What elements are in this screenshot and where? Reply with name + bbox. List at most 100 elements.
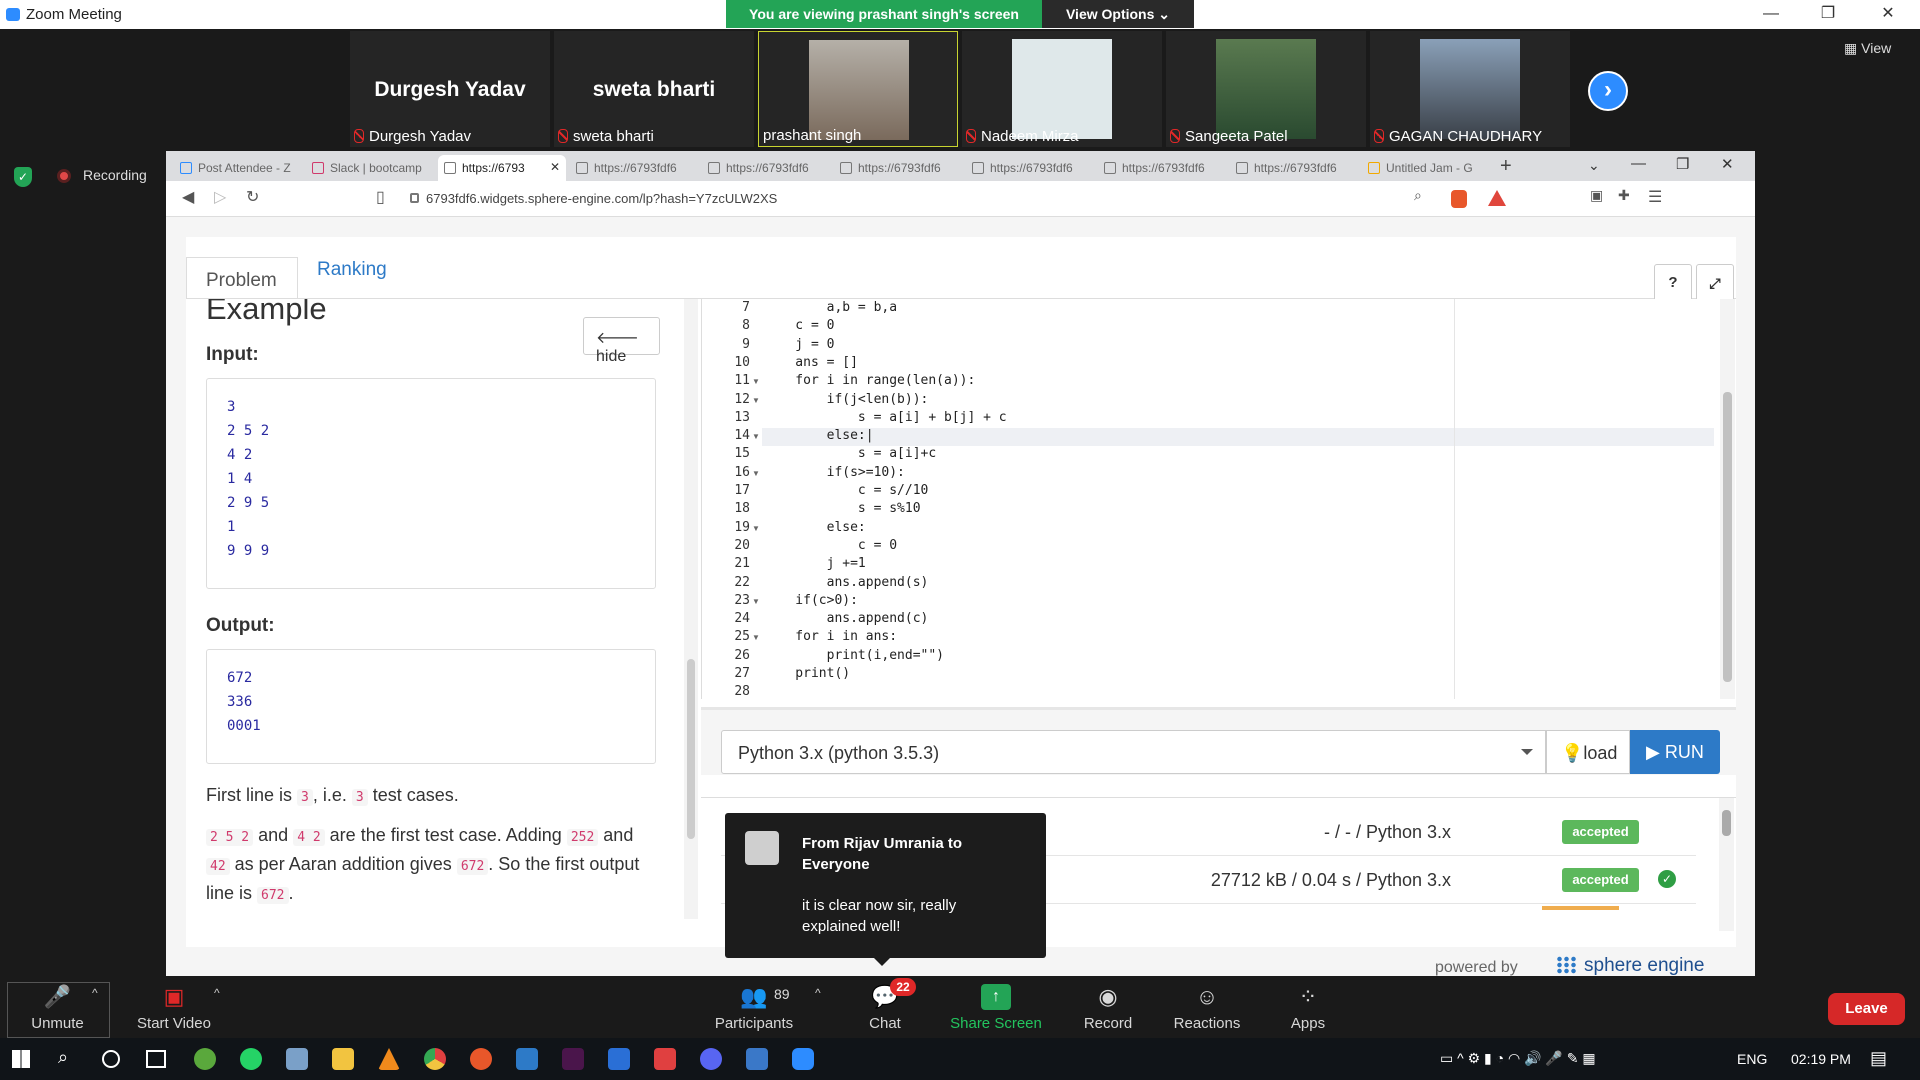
forward-icon[interactable]: ▷: [214, 187, 226, 207]
zoom-taskbar-icon[interactable]: [792, 1048, 814, 1070]
browser-tab[interactable]: Untitled Jam - G: [1362, 155, 1490, 181]
tab-ranking[interactable]: Ranking: [317, 259, 387, 281]
fold-toggle-icon[interactable]: ▼: [752, 396, 760, 405]
code-line[interactable]: c = 0: [764, 317, 834, 335]
browser-tab[interactable]: https://6793fdf6: [966, 155, 1094, 181]
fold-toggle-icon[interactable]: ▼: [752, 377, 760, 386]
anydesk-icon[interactable]: [654, 1048, 676, 1070]
browser-tab[interactable]: https://6793fdf6: [834, 155, 962, 181]
input-language[interactable]: ENG: [1737, 1051, 1767, 1067]
security-shield-icon[interactable]: ✓: [14, 167, 32, 187]
minimize-icon[interactable]: —: [1759, 3, 1783, 25]
start-video-button[interactable]: ▣ Start Video: [132, 984, 216, 1032]
discord-icon[interactable]: [700, 1048, 722, 1070]
submissions-scrollbar[interactable]: [1719, 798, 1734, 931]
browser-minimize-icon[interactable]: —: [1631, 155, 1646, 172]
view-layout-button[interactable]: ▦ View: [1844, 40, 1891, 57]
brave-shield-icon[interactable]: [1451, 190, 1467, 208]
browser-tab[interactable]: https://6793fdf6: [1230, 155, 1358, 181]
browser-close-icon[interactable]: ✕: [1721, 155, 1734, 173]
code-editor[interactable]: 7 8 9 10 11 ▼ 12 ▼ 13 14 ▼ 15 16 ▼ 17 18 19 ▼ 20 21 22 23 ▼ 24 2…: [701, 299, 1736, 699]
code-line[interactable]: c = s//10: [764, 482, 928, 500]
participant-tile[interactable]: GAGAN CHAUDHARY: [1370, 31, 1570, 147]
close-icon[interactable]: ✕: [1876, 3, 1900, 25]
participant-tile-active-speaker[interactable]: prashant singh: [758, 31, 958, 147]
browser-tab[interactable]: Post Attendee - Z: [174, 155, 302, 181]
browser-menu-icon[interactable]: ☰: [1648, 187, 1662, 207]
code-line[interactable]: j = 0: [764, 336, 834, 354]
chat-notification[interactable]: From Rijav Umrania to Everyone it is cle…: [725, 813, 1046, 958]
problem-scrollbar[interactable]: [684, 299, 698, 919]
code-line[interactable]: for i in range(len(a)):: [764, 372, 975, 390]
app-icon[interactable]: [194, 1048, 216, 1070]
code-line[interactable]: j +=1: [764, 555, 866, 573]
whatsapp-icon[interactable]: [240, 1048, 262, 1070]
record-button[interactable]: ◉ Record: [1080, 984, 1136, 1032]
fold-toggle-icon[interactable]: ▼: [752, 524, 760, 533]
code-line[interactable]: ans.append(s): [764, 574, 929, 592]
brave-icon[interactable]: [470, 1048, 492, 1070]
load-button[interactable]: 💡load: [1546, 730, 1630, 774]
code-line[interactable]: else:|: [764, 427, 874, 445]
code-line[interactable]: ans = []: [764, 354, 858, 372]
restore-icon[interactable]: ❐: [1816, 3, 1840, 25]
code-text[interactable]: a,b = b,a c = 0 j = 0 ans = [] for i in …: [764, 299, 1654, 699]
browser-tab[interactable]: Slack | bootcamp: [306, 155, 434, 181]
code-line[interactable]: if(j<len(b)):: [764, 391, 929, 409]
fold-toggle-icon[interactable]: ▼: [752, 469, 760, 478]
code-line[interactable]: s = a[i]+c: [764, 445, 936, 463]
unmute-control[interactable]: 🎤 Unmute: [20, 984, 95, 1032]
search-icon[interactable]: ⌕: [58, 1047, 68, 1068]
reload-icon[interactable]: ↻: [246, 187, 259, 207]
fold-toggle-icon[interactable]: ▼: [752, 597, 760, 606]
browser-tab[interactable]: https://6793fdf6: [1098, 155, 1226, 181]
notifications-icon[interactable]: ▤: [1870, 1048, 1887, 1069]
fold-toggle-icon[interactable]: ▼: [752, 633, 760, 642]
language-select[interactable]: Python 3.x (python 3.5.3): [721, 730, 1546, 774]
browser-tab[interactable]: https://6793fdf6: [570, 155, 698, 181]
hide-button[interactable]: 🡐 hide: [583, 317, 660, 365]
code-line[interactable]: if(s>=10):: [764, 464, 905, 482]
help-button[interactable]: ?: [1654, 264, 1692, 302]
slack-icon[interactable]: [562, 1048, 584, 1070]
new-tab-icon[interactable]: +: [1500, 155, 1512, 178]
participant-tile[interactable]: Sangeeta Patel: [1166, 31, 1366, 147]
code-line[interactable]: if(c>0):: [764, 592, 858, 610]
apps-button[interactable]: ⁘ Apps: [1284, 984, 1332, 1032]
fold-toggle-icon[interactable]: ▼: [752, 432, 760, 441]
vscode-icon[interactable]: [516, 1048, 538, 1070]
browser-restore-icon[interactable]: ❐: [1676, 155, 1689, 173]
tab-close-icon[interactable]: ✕: [550, 160, 560, 174]
back-icon[interactable]: ◀: [182, 187, 194, 207]
code-line[interactable]: for i in ans:: [764, 628, 897, 646]
code-line[interactable]: c = 0: [764, 537, 897, 555]
video-options-icon[interactable]: ^: [214, 986, 220, 1000]
participant-tile[interactable]: Durgesh Yadav Durgesh Yadav: [350, 31, 550, 147]
audio-options-icon[interactable]: ^: [92, 986, 98, 1000]
taskbar-clock[interactable]: 02:19 PM: [1791, 1051, 1851, 1067]
address-bar[interactable]: 6793fdf6.widgets.sphere-engine.com/lp?ha…: [406, 185, 1476, 213]
task-view-icon[interactable]: [146, 1050, 166, 1068]
leave-button[interactable]: Leave: [1828, 993, 1905, 1025]
cortana-icon[interactable]: [102, 1050, 120, 1068]
code-line[interactable]: else:: [764, 519, 866, 537]
zoom-lens-icon[interactable]: ⌕: [1414, 187, 1422, 204]
sphere-engine-logo[interactable]: sphere engine: [1556, 955, 1704, 977]
photo-viewer-icon[interactable]: [746, 1048, 768, 1070]
run-button[interactable]: ▶ RUN: [1630, 730, 1720, 774]
code-line[interactable]: ans.append(c): [764, 610, 929, 628]
browser-tab[interactable]: https://6793fdf6: [702, 155, 830, 181]
view-options-button[interactable]: View Options ⌄: [1042, 0, 1194, 28]
participants-options-icon[interactable]: ^: [815, 986, 821, 1000]
participant-tile[interactable]: Nadeem Mirza: [962, 31, 1162, 147]
brave-rewards-icon[interactable]: [1488, 190, 1506, 206]
tab-search-icon[interactable]: ⌄: [1588, 157, 1600, 174]
wallet-icon[interactable]: ▣: [1590, 187, 1603, 204]
bookmark-icon[interactable]: ▯: [376, 187, 385, 207]
fullscreen-icon[interactable]: ⤢: [1696, 264, 1734, 302]
browser-tab-active[interactable]: https://6793 ✕: [438, 155, 566, 181]
extensions-icon[interactable]: ✚: [1618, 187, 1630, 204]
code-line[interactable]: a,b = b,a: [764, 299, 897, 317]
participant-tile[interactable]: sweta bharti sweta bharti: [554, 31, 754, 147]
reactions-button[interactable]: ☺ Reactions: [1172, 984, 1242, 1032]
